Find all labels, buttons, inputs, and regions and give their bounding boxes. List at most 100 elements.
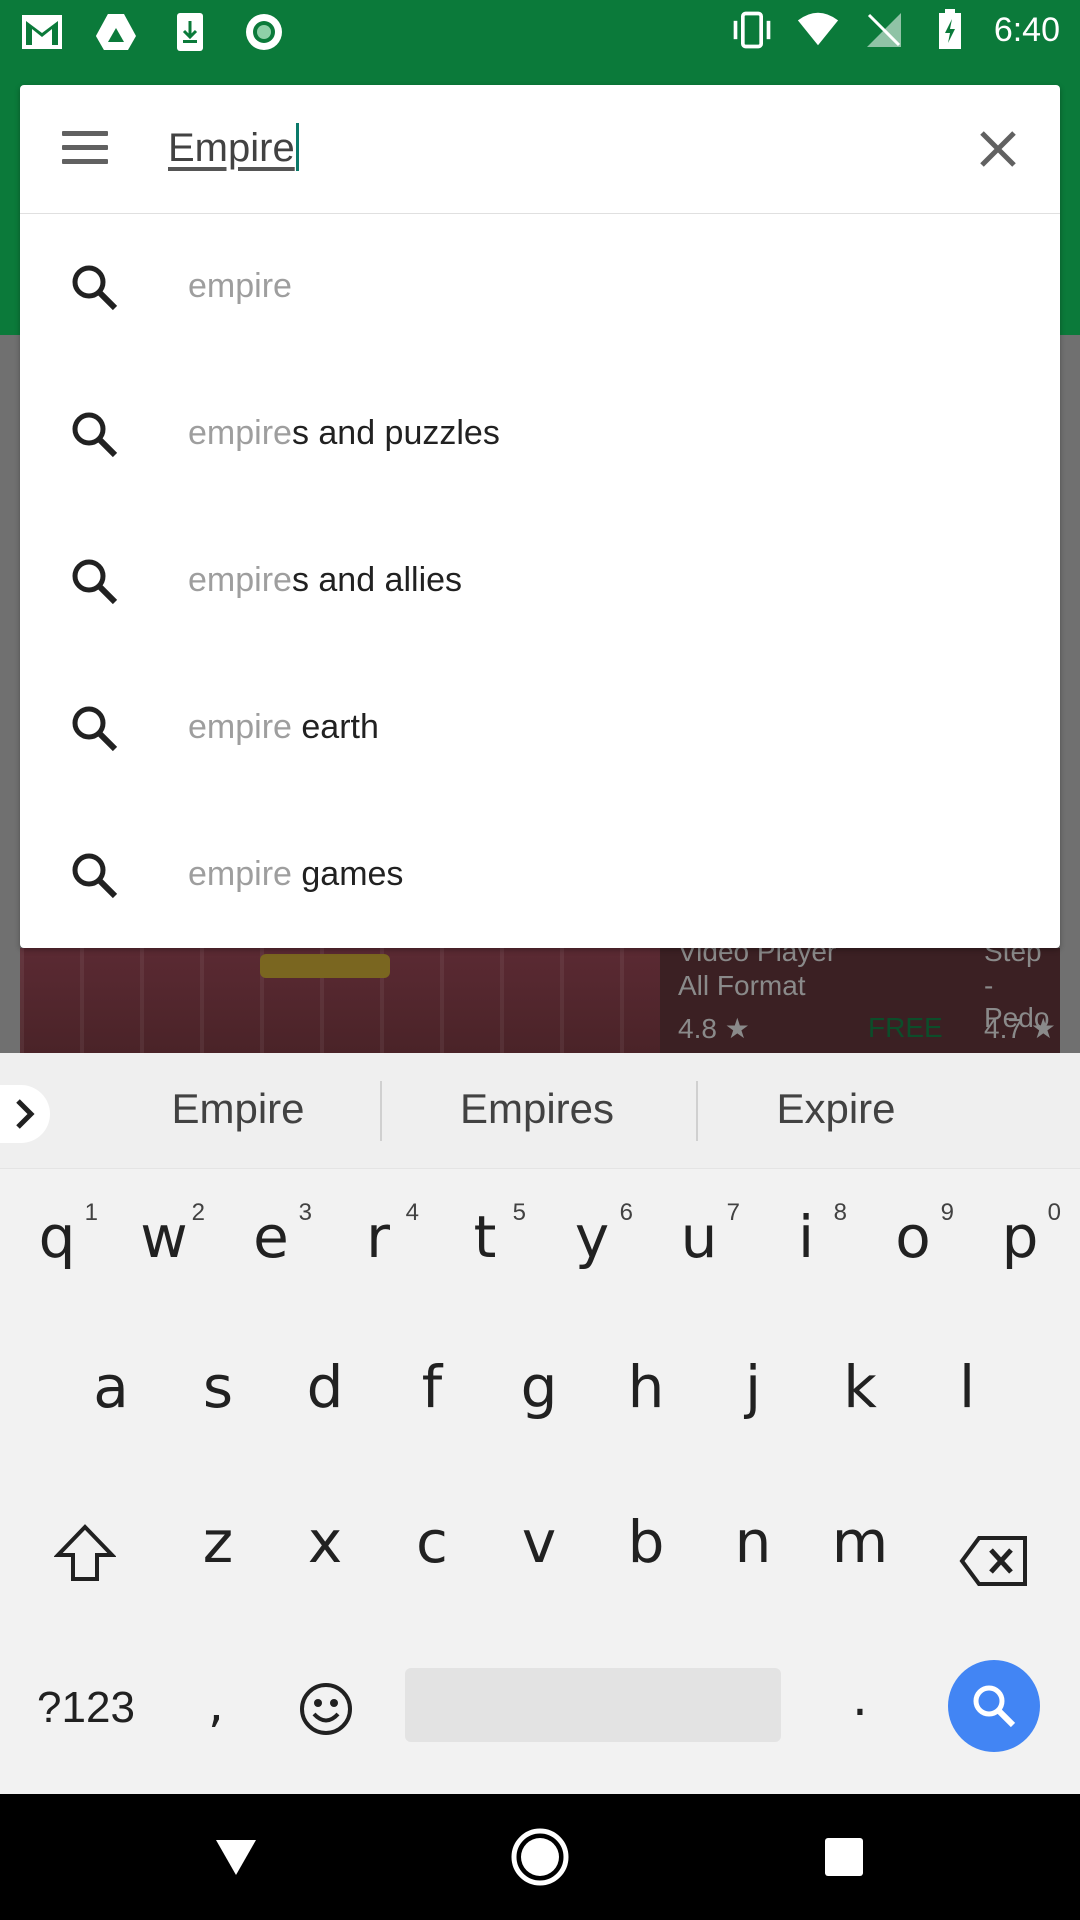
emoji-key[interactable]	[296, 1681, 356, 1741]
symbols-key[interactable]: ?123	[26, 1683, 146, 1733]
key-number-hint: 1	[84, 1199, 98, 1226]
key-f[interactable]: f	[397, 1353, 467, 1421]
wifi-icon	[796, 8, 840, 52]
back-icon[interactable]	[206, 1827, 266, 1887]
key-number-hint: 7	[726, 1199, 740, 1226]
search-input[interactable]: Empire	[168, 123, 299, 171]
key-t[interactable]: t5	[450, 1199, 526, 1271]
key-letter: o	[895, 1203, 931, 1271]
key-d[interactable]: d	[290, 1353, 360, 1421]
chevron-right-icon[interactable]	[0, 1085, 50, 1143]
key-letter: i	[797, 1203, 815, 1271]
key-number-hint: 5	[512, 1199, 526, 1226]
app-rating: 4.7 ★	[984, 1013, 1056, 1044]
app-price: FREE	[868, 1012, 943, 1043]
keyboard-suggestion[interactable]: Expire	[686, 1085, 986, 1133]
suggestion-completion: earth	[301, 707, 379, 746]
key-letter: p	[1001, 1203, 1039, 1271]
suggestion-text: empire games	[188, 855, 403, 894]
menu-icon[interactable]	[58, 125, 112, 173]
home-icon[interactable]	[510, 1827, 570, 1887]
backspace-key[interactable]	[958, 1533, 1030, 1589]
search-suggestion[interactable]: empire	[20, 213, 1060, 360]
app-title: All Format	[678, 970, 806, 1001]
battery-charging-icon	[928, 8, 972, 52]
key-b[interactable]: b	[611, 1508, 681, 1576]
key-letter: e	[253, 1203, 289, 1271]
background-app-cards: Video Player All Format 4.8 ★ FREE Step …	[20, 948, 1060, 1053]
recents-icon[interactable]	[814, 1827, 874, 1887]
search-suggestion[interactable]: empires and puzzles	[20, 360, 1060, 507]
app-title: Video Player	[678, 948, 837, 967]
clear-search-icon[interactable]	[972, 123, 1024, 175]
search-suggestion[interactable]: empire earth	[20, 654, 1060, 801]
keyboard-search-button[interactable]	[948, 1660, 1040, 1752]
key-l[interactable]: l	[932, 1353, 1002, 1421]
search-icon	[68, 849, 120, 901]
search-bar: Empire	[20, 85, 1060, 214]
vibrate-icon	[730, 8, 774, 52]
suggestion-text: empire	[188, 267, 292, 306]
search-icon	[68, 555, 120, 607]
key-n[interactable]: n	[718, 1508, 788, 1576]
key-s[interactable]: s	[183, 1353, 253, 1421]
key-letter: q	[38, 1203, 76, 1271]
key-i[interactable]: i8	[771, 1199, 847, 1271]
key-r[interactable]: r4	[343, 1199, 419, 1271]
key-j[interactable]: j	[718, 1353, 788, 1421]
key-number-hint: 0	[1047, 1199, 1061, 1226]
suggestion-prefix: empire	[188, 560, 292, 599]
app-title: Step	[984, 948, 1042, 967]
download-icon	[168, 10, 212, 54]
key-g[interactable]: g	[504, 1353, 574, 1421]
shift-key[interactable]	[52, 1523, 118, 1589]
key-p[interactable]: p0	[985, 1199, 1061, 1271]
key-x[interactable]: x	[290, 1508, 360, 1576]
key-w[interactable]: w2	[129, 1199, 205, 1271]
no-signal-icon	[862, 8, 906, 52]
key-q[interactable]: q1	[22, 1199, 98, 1271]
key-number-hint: 9	[940, 1199, 954, 1226]
search-icon	[68, 261, 120, 313]
key-number-hint: 6	[619, 1199, 633, 1226]
key-z[interactable]: z	[183, 1508, 253, 1576]
app-rating: 4.8 ★	[678, 1013, 750, 1044]
key-number-hint: 3	[298, 1199, 312, 1226]
key-k[interactable]: k	[825, 1353, 895, 1421]
search-suggestions-card: Empire empire empires and puzzles empires …	[20, 85, 1060, 948]
suggestion-text: empires and allies	[188, 561, 462, 600]
key-m[interactable]: m	[825, 1508, 895, 1576]
key-v[interactable]: v	[504, 1508, 574, 1576]
comma-key[interactable]: ,	[196, 1675, 236, 1733]
key-letter: y	[574, 1203, 610, 1271]
text-caret	[295, 123, 299, 171]
clock: 6:40	[993, 10, 1060, 49]
suggestion-prefix: empire	[188, 707, 302, 746]
keyboard-suggestion[interactable]: Empire	[88, 1085, 388, 1133]
space-bar[interactable]	[405, 1668, 781, 1742]
key-e[interactable]: e3	[236, 1199, 312, 1271]
key-number-hint: 8	[833, 1199, 847, 1226]
key-a[interactable]: a	[76, 1353, 146, 1421]
search-suggestion[interactable]: empire games	[20, 801, 1060, 948]
key-number-hint: 4	[405, 1199, 419, 1226]
search-icon	[68, 408, 120, 460]
suggestion-text: empire earth	[188, 708, 379, 747]
key-c[interactable]: c	[397, 1508, 467, 1576]
period-key[interactable]: .	[846, 1669, 874, 1727]
suggestion-prefix: empire	[188, 413, 292, 452]
suggestion-prefix: empire	[188, 266, 292, 305]
gmail-icon	[20, 10, 64, 54]
drive-icon	[94, 10, 138, 54]
suggestion-completion: s and allies	[291, 560, 463, 599]
key-o[interactable]: o9	[878, 1199, 954, 1271]
record-icon	[242, 10, 286, 54]
suggestion-text: empires and puzzles	[188, 414, 500, 453]
search-suggestion[interactable]: empires and allies	[20, 507, 1060, 654]
keyboard-suggestion[interactable]: Empires	[387, 1085, 687, 1133]
key-h[interactable]: h	[611, 1353, 681, 1421]
key-letter: u	[680, 1203, 718, 1271]
key-u[interactable]: u7	[664, 1199, 740, 1271]
key-y[interactable]: y6	[557, 1199, 633, 1271]
suggestion-prefix: empire	[188, 854, 302, 893]
